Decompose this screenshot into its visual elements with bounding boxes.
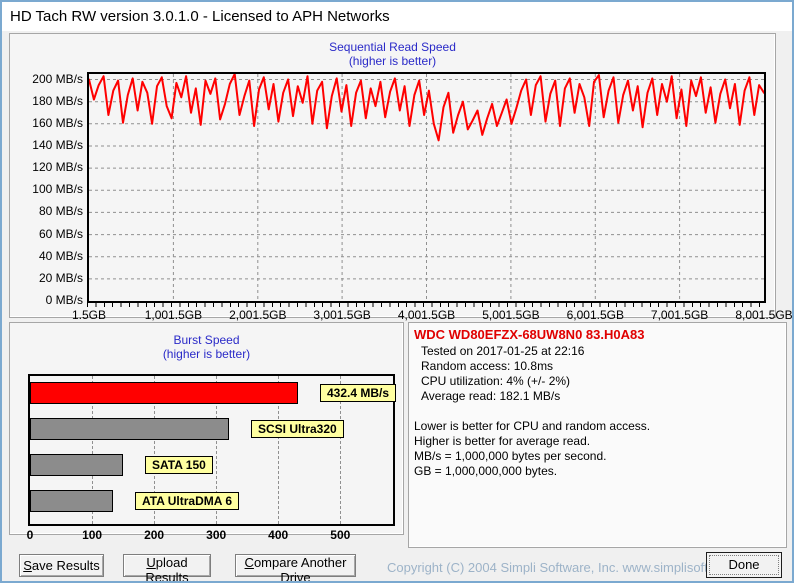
burst-bar-label: SCSI Ultra320 [251, 420, 344, 438]
info-note-gb: GB = 1,000,000,000 bytes. [414, 464, 558, 478]
seq-y-tick-label: 0 MB/s [45, 293, 83, 307]
seq-y-tick-label: 100 MB/s [32, 182, 83, 196]
info-note-mbs: MB/s = 1,000,000 bytes per second. [414, 449, 607, 463]
seq-x-tick-label: 5,001.5GB [482, 308, 540, 322]
burst-bar [30, 418, 229, 440]
seq-y-tick-label: 120 MB/s [32, 160, 83, 174]
burst-x-tick-label: 300 [206, 528, 227, 542]
burst-x-tick-label: 200 [144, 528, 165, 542]
info-note-lower: Lower is better for CPU and random acces… [414, 419, 651, 433]
seq-chart-title: Sequential Read Speed [329, 40, 456, 54]
seq-x-tick-label: 6,001.5GB [566, 308, 624, 322]
done-mnemonic: D [728, 557, 738, 572]
burst-x-tick-label: 500 [330, 528, 351, 542]
burst-bar-label: SATA 150 [145, 456, 213, 474]
seq-chart-subtitle: (higher is better) [348, 54, 437, 68]
seq-y-tick-label: 20 MB/s [38, 271, 83, 285]
burst-chart-title: Burst Speed [173, 333, 240, 347]
save-label: ave Results [31, 558, 100, 573]
info-average-read: Average read: 182.1 MB/s [421, 389, 561, 403]
done-button[interactable]: Done [706, 552, 782, 578]
app-window: HD Tach RW version 3.0.1.0 - Licensed to… [0, 0, 794, 583]
burst-bar [30, 454, 123, 476]
done-label: one [737, 557, 760, 572]
burst-x-tick-label: 0 [26, 528, 34, 542]
seq-y-tick-label: 200 MB/s [32, 72, 83, 86]
burst-bar [30, 490, 113, 512]
window-title: HD Tach RW version 3.0.1.0 - Licensed to… [2, 2, 792, 31]
info-tested-on: Tested on 2017-01-25 at 22:16 [421, 344, 585, 358]
upload-results-button[interactable]: Upload Results [123, 554, 211, 581]
burst-chart-subtitle: (higher is better) [162, 347, 251, 361]
drive-name: WDC WD80EFZX-68UW8N0 83.H0A83 [414, 327, 645, 342]
seq-x-tick-label: 4,001.5GB [397, 308, 456, 322]
seq-x-axis-minor-ticks [87, 303, 766, 307]
seq-x-tick-label: 1.5GB [71, 308, 107, 322]
seq-x-tick-label: 2,001.5GB [229, 308, 287, 322]
burst-plot-area: 432.4 MB/s SCSI Ultra320 SATA 150 ATA Ultra… [28, 374, 397, 526]
burst-bar-label: ATA UltraDMA 6 [135, 492, 239, 510]
info-random-access: Random access: 10.8ms [421, 359, 554, 373]
upload-mnemonic: U [146, 555, 156, 570]
info-cpu-utilization: CPU utilization: 4% (+/- 2%) [421, 374, 571, 388]
burst-x-tick-label: 400 [268, 528, 289, 542]
compare-label: ompare Another Drive [253, 555, 347, 583]
seq-y-tick-label: 80 MB/s [38, 204, 83, 218]
seq-chart-svg [89, 74, 764, 301]
save-results-button[interactable]: Save Results [19, 554, 104, 577]
done-button-inner: Done [709, 555, 779, 575]
seq-y-tick-label: 180 MB/s [32, 94, 83, 108]
seq-y-tick-label: 140 MB/s [32, 138, 83, 152]
seq-plot-area [87, 72, 766, 303]
burst-x-tick-label: 100 [82, 528, 103, 542]
seq-y-tick-label: 160 MB/s [32, 116, 83, 130]
seq-x-tick-label: 7,001.5GB [650, 308, 709, 322]
drive-info-panel: WDC WD80EFZX-68UW8N0 83.H0A83 Tested on … [408, 322, 787, 548]
burst-bar-label: 432.4 MB/s [320, 384, 397, 402]
seq-y-tick-label: 60 MB/s [38, 227, 83, 241]
seq-x-tick-label: 3,001.5GB [313, 308, 371, 322]
burst-speed-panel: Burst Speed (higher is better) 432.4 MB/… [9, 322, 404, 542]
info-blank-line [414, 404, 784, 419]
compare-mnemonic: C [244, 555, 254, 570]
burst-bar [30, 382, 298, 404]
sequential-read-panel: Sequential Read Speed (higher is better)… [9, 33, 792, 322]
info-note-higher: Higher is better for average read. [414, 434, 591, 448]
compare-another-drive-button[interactable]: Compare Another Drive [235, 554, 356, 581]
seq-x-tick-label: 8,001.5GB [735, 308, 793, 322]
seq-x-tick-label: 1,001.5GB [144, 308, 203, 322]
save-mnemonic: S [23, 558, 32, 573]
seq-y-tick-label: 40 MB/s [38, 249, 83, 263]
